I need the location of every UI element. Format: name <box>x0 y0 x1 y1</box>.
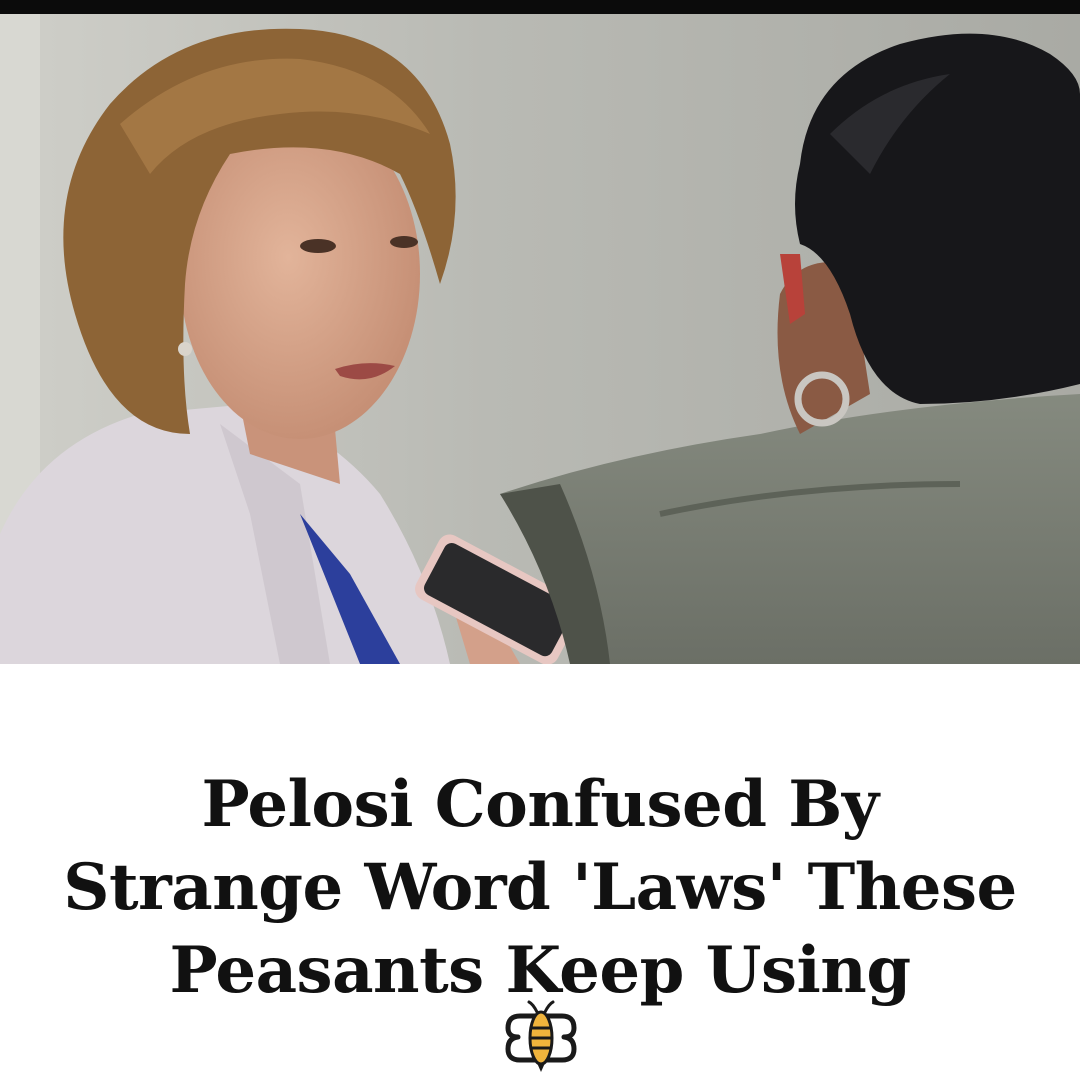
bee-logo-icon <box>502 998 580 1076</box>
post-card: Pelosi Confused By Strange Word 'Laws' T… <box>0 0 1080 1080</box>
headline-line: Pelosi Confused By <box>201 766 879 842</box>
headline-line: Strange Word 'Laws' These <box>63 849 1017 925</box>
top-bar <box>0 0 1080 14</box>
news-photo-illustration <box>0 14 1080 664</box>
headline: Pelosi Confused By Strange Word 'Laws' T… <box>60 763 1020 1012</box>
news-photo <box>0 14 1080 664</box>
